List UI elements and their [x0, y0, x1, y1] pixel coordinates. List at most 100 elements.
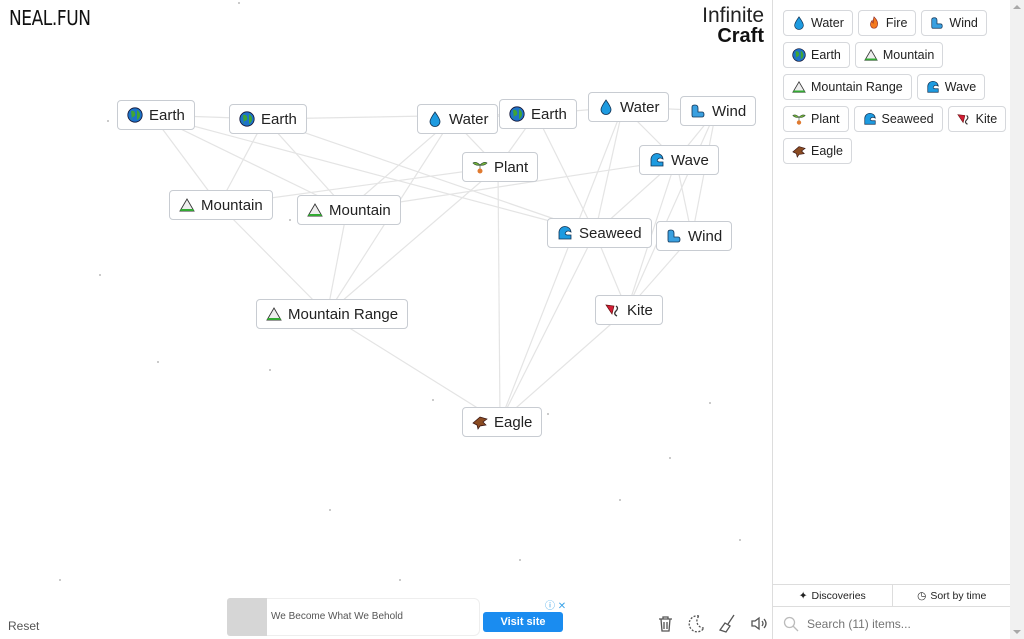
canvas-element[interactable]: Kite [595, 295, 663, 325]
element-label: Water [449, 110, 489, 128]
background-dot [669, 457, 671, 459]
wind-icon [930, 16, 944, 30]
mountain-icon [792, 80, 806, 94]
mountain-icon [307, 202, 323, 218]
canvas-element[interactable]: Seaweed [547, 218, 652, 248]
search-icon [783, 616, 799, 631]
canvas-element[interactable]: Mountain Range [256, 299, 409, 329]
broom-icon[interactable] [718, 614, 737, 633]
background-dot [399, 579, 401, 581]
element-label: Earth [149, 106, 185, 124]
scrollbar[interactable] [1010, 0, 1024, 639]
sidebar-item[interactable]: Earth [783, 42, 850, 68]
scroll-up-arrow[interactable] [1013, 5, 1021, 9]
ad-banner[interactable]: We Become What We Behold Visit site ⓘ ✕ [227, 598, 570, 636]
trash-icon[interactable] [656, 614, 675, 633]
item-list: Water Fire Wind Earth Mountain Mountain Range… [783, 10, 1008, 164]
element-label: Mountain [201, 196, 263, 214]
connection-line [497, 166, 501, 423]
element-label: Mountain Range [288, 305, 399, 323]
canvas-element[interactable]: Mountain [169, 190, 273, 220]
sort-label: Sort by time [930, 589, 987, 602]
earth-icon [127, 107, 143, 123]
canvas-element[interactable]: Mountain [297, 195, 401, 225]
item-label: Mountain [882, 48, 935, 62]
item-label: Eagle [811, 144, 843, 158]
connection-line [499, 309, 628, 423]
canvas-element[interactable]: Eagle [462, 407, 543, 437]
mountain-icon [864, 48, 878, 62]
sidebar-item[interactable]: Wave [916, 74, 986, 100]
title-line2: Craft [717, 25, 764, 47]
item-label: Wind [949, 16, 978, 30]
ad-close-icon[interactable]: ⓘ ✕ [545, 597, 566, 612]
discoveries-label: Discoveries [811, 589, 866, 602]
element-label: Kite [627, 301, 653, 319]
kite-icon [605, 302, 621, 318]
sidebar-item[interactable]: Wind [921, 10, 987, 36]
wave-icon [863, 112, 877, 126]
sidebar-item[interactable]: Water [783, 10, 853, 36]
sparkle-icon: ✦ [798, 589, 808, 602]
fire-icon [867, 16, 881, 30]
wind-icon [690, 103, 706, 119]
element-label: Seaweed [579, 224, 642, 242]
background-dot [709, 402, 711, 404]
element-label: Wind [712, 102, 747, 120]
element-label: Mountain [329, 201, 391, 219]
background-dot [99, 274, 101, 276]
wind-icon [666, 228, 682, 244]
canvas-element[interactable]: Earth [499, 99, 577, 129]
discoveries-tab[interactable]: ✦ Discoveries [773, 585, 892, 606]
sidebar: Water Fire Wind Earth Mountain Mountain Range… [772, 0, 1011, 639]
connection-line [326, 166, 499, 315]
eagle-icon [472, 414, 488, 430]
sidebar-item[interactable]: Seaweed [853, 106, 943, 132]
canvas-element[interactable]: Plant [462, 152, 539, 182]
toolbar [656, 614, 768, 633]
dark-mode-icon[interactable] [687, 614, 706, 633]
sidebar-item[interactable]: Mountain [854, 42, 944, 68]
canvas-element[interactable]: Water [588, 92, 670, 122]
crafting-canvas[interactable]: NEAL.FUN Infinite Craft Earth Earth Water E… [0, 0, 772, 639]
canvas-element[interactable]: Earth [229, 104, 307, 134]
eagle-icon [792, 144, 806, 158]
background-dot [547, 413, 549, 415]
canvas-element[interactable]: Water [417, 104, 499, 134]
sidebar-item[interactable]: Mountain Range [783, 74, 912, 100]
search-bar [773, 608, 1011, 639]
background-dot [59, 579, 61, 581]
sidebar-item[interactable]: Eagle [783, 138, 852, 164]
connection-line [626, 110, 717, 311]
connection-line [326, 313, 501, 423]
sort-by-time-tab[interactable]: ◷ Sort by time [891, 585, 1012, 606]
element-label: Earth [261, 110, 297, 128]
kite-icon [956, 112, 971, 126]
sound-icon[interactable] [749, 614, 768, 633]
item-label: Earth [811, 48, 841, 62]
sidebar-item[interactable]: Plant [783, 106, 849, 132]
canvas-element[interactable]: Wave [639, 145, 719, 175]
wave-icon [649, 152, 665, 168]
scroll-down-arrow[interactable] [1013, 630, 1021, 634]
sidebar-item[interactable]: Fire [857, 10, 917, 36]
reset-button[interactable]: Reset [8, 619, 39, 633]
visit-site-button[interactable]: Visit site [483, 612, 563, 632]
background-dot [157, 361, 159, 363]
item-label: Water [811, 16, 844, 30]
sidebar-item[interactable]: Kite [947, 106, 1007, 132]
item-label: Kite [975, 112, 998, 126]
search-input[interactable] [807, 616, 997, 631]
mountain-icon [179, 197, 195, 213]
sidebar-tabs: ✦ Discoveries ◷ Sort by time [773, 584, 1011, 607]
background-dot [519, 559, 521, 561]
element-label: Wind [688, 227, 723, 245]
canvas-element[interactable]: Wind [656, 221, 733, 251]
title-line1: Infinite [702, 4, 764, 27]
neal-fun-logo[interactable]: NEAL.FUN [9, 6, 91, 30]
clock-icon: ◷ [917, 589, 927, 602]
canvas-element[interactable]: Earth [117, 100, 195, 130]
canvas-element[interactable]: Wind [680, 96, 757, 126]
element-label: Eagle [494, 413, 533, 431]
item-label: Seaweed [881, 112, 934, 126]
